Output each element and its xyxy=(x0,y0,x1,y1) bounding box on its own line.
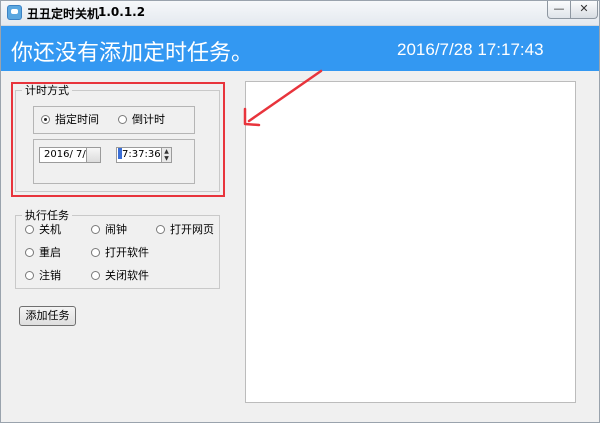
radio-unselected-icon xyxy=(25,225,34,234)
red-arrow-icon xyxy=(243,69,323,127)
date-dropdown-icon[interactable] xyxy=(86,148,100,162)
date-picker[interactable]: 2016/ 7/28 xyxy=(39,147,101,163)
radio-open-software[interactable]: 打开软件 xyxy=(91,246,149,260)
title-bar[interactable]: 丑丑定时关机 1.0.1.2 — ✕ xyxy=(1,1,599,26)
minimize-icon: — xyxy=(553,2,565,15)
spin-up-icon[interactable]: ▲ xyxy=(164,148,169,155)
time-picker[interactable]: 7:37:36 ▲ ▼ xyxy=(116,147,172,163)
radio-open-software-label: 打开软件 xyxy=(105,246,149,259)
radio-shutdown[interactable]: 关机 xyxy=(25,223,61,237)
radio-restart[interactable]: 重启 xyxy=(25,246,61,260)
radio-alarm[interactable]: 闹钟 xyxy=(91,223,127,237)
task-legend: 执行任务 xyxy=(25,209,69,222)
radio-unselected-icon xyxy=(91,271,100,280)
minimize-button[interactable]: — xyxy=(547,1,571,19)
radio-unselected-icon xyxy=(91,248,100,257)
radio-specified-time[interactable]: 指定时间 xyxy=(41,113,99,127)
current-datetime: 2016/7/28 17:17:43 xyxy=(397,40,544,59)
spin-down-icon[interactable]: ▼ xyxy=(164,155,169,162)
radio-selected-icon xyxy=(41,115,50,124)
status-message: 你还没有添加定时任务。 xyxy=(11,41,254,66)
radio-logoff-label: 注销 xyxy=(39,269,61,282)
radio-open-webpage-label: 打开网页 xyxy=(170,223,214,236)
radio-countdown-label: 倒计时 xyxy=(132,113,165,126)
time-spinner[interactable]: ▲ ▼ xyxy=(161,148,171,162)
radio-countdown[interactable]: 倒计时 xyxy=(118,113,165,127)
close-icon: ✕ xyxy=(579,2,589,15)
radio-alarm-label: 闹钟 xyxy=(105,223,127,236)
app-icon xyxy=(7,5,22,20)
add-task-button[interactable]: 添加任务 xyxy=(19,306,76,326)
close-button[interactable]: ✕ xyxy=(570,1,598,19)
window-version: 1.0.1.2 xyxy=(98,5,146,19)
radio-open-webpage[interactable]: 打开网页 xyxy=(156,223,214,237)
radio-close-software[interactable]: 关闭软件 xyxy=(91,269,149,283)
radio-unselected-icon xyxy=(25,271,34,280)
radio-unselected-icon xyxy=(118,115,127,124)
radio-unselected-icon xyxy=(156,225,165,234)
radio-logoff[interactable]: 注销 xyxy=(25,269,61,283)
radio-restart-label: 重启 xyxy=(39,246,61,259)
app-window: 丑丑定时关机 1.0.1.2 — ✕ 你还没有添加定时任务。 2016/7/28… xyxy=(0,0,600,423)
radio-close-software-label: 关闭软件 xyxy=(105,269,149,282)
radio-unselected-icon xyxy=(25,248,34,257)
time-input-box: 2016/ 7/28 7:37:36 ▲ ▼ xyxy=(33,139,195,184)
status-banner: 你还没有添加定时任务。 2016/7/28 17:17:43 xyxy=(1,26,599,71)
window-title: 丑丑定时关机 xyxy=(27,7,100,21)
radio-shutdown-label: 关机 xyxy=(39,223,61,236)
timing-mode-box: 指定时间 倒计时 xyxy=(33,106,195,134)
radio-specified-time-label: 指定时间 xyxy=(55,113,99,126)
time-value: 7:37:36 xyxy=(122,149,161,160)
timing-method-legend: 计时方式 xyxy=(25,84,69,97)
radio-unselected-icon xyxy=(91,225,100,234)
task-list-panel xyxy=(245,81,576,403)
